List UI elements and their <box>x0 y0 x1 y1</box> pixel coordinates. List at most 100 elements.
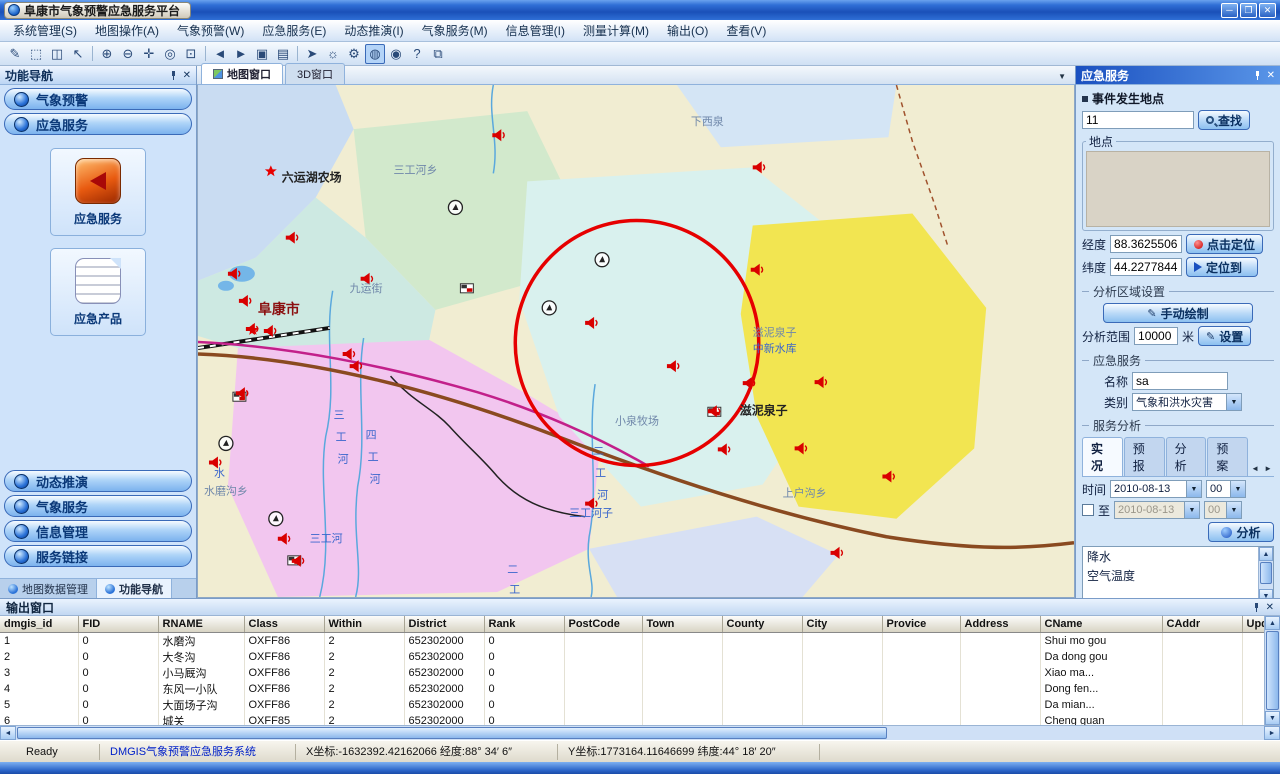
shortcut-emergency-product[interactable]: 应急产品 <box>50 248 146 336</box>
nav-emergency-service[interactable]: 应急服务 <box>4 113 192 135</box>
column-header-dmgis_id[interactable]: dmgis_id <box>0 616 78 632</box>
menu-system-management[interactable]: 系统管理(S) <box>4 20 86 41</box>
to-checkbox[interactable] <box>1082 504 1094 516</box>
set-button[interactable]: ✎设置 <box>1198 326 1251 346</box>
export-image-icon[interactable]: ⧉ <box>428 44 448 64</box>
identify-icon[interactable]: ▣ <box>252 44 272 64</box>
scroll-up-icon[interactable]: ▲ <box>1265 616 1280 630</box>
nav-weather-service[interactable]: 气象服务 <box>4 495 192 517</box>
start-hour-combobox[interactable]: 00 ▼ <box>1206 480 1246 498</box>
nav-weather-warning[interactable]: 气象预警 <box>4 88 192 110</box>
tab-map-data-management[interactable]: 地图数据管理 <box>0 579 97 598</box>
table-vertical-scrollbar[interactable]: ▲ ▼ <box>1264 616 1280 725</box>
table-row[interactable]: 30小马厩沟OXFF8626523020000Xiao ma... <box>0 665 1264 681</box>
table-row[interactable]: 50大面场子沟OXFF8626523020000Da mian... <box>0 697 1264 713</box>
analyze-button[interactable]: 分析 <box>1208 522 1274 542</box>
settings-gear-icon[interactable]: ⚙ <box>344 44 364 64</box>
longitude-input[interactable] <box>1110 235 1182 253</box>
tab-live[interactable]: 实况 <box>1082 437 1123 476</box>
zoom-window-icon[interactable]: ⊡ <box>181 44 201 64</box>
nav-information-management[interactable]: 信息管理 <box>4 520 192 542</box>
pan-hand-icon[interactable]: ✛ <box>139 44 159 64</box>
select-features-icon[interactable]: ◫ <box>47 44 67 64</box>
close-icon[interactable]: ✕ <box>183 70 191 81</box>
previous-view-icon[interactable]: ◄ <box>210 44 230 64</box>
map-svg[interactable]: 六运湖农场三工河乡下西泉阜康市九运街滋泥泉子滋泥泉子中新水库小泉牧场上户沟乡三工… <box>198 85 1074 597</box>
scroll-down-icon[interactable]: ▼ <box>1259 589 1273 598</box>
pin-icon[interactable] <box>1253 71 1261 79</box>
list-item-precipitation[interactable]: 降水 <box>1083 547 1258 566</box>
visibility-eye-icon[interactable]: ◉ <box>386 44 406 64</box>
column-header-caddr[interactable]: CAddr <box>1162 616 1242 632</box>
latitude-input[interactable] <box>1110 258 1182 276</box>
column-header-provice[interactable]: Provice <box>882 616 960 632</box>
weather-station-icon[interactable] <box>448 200 462 214</box>
end-date-combobox[interactable]: 2010-08-13 ▼ <box>1114 501 1200 519</box>
list-item-air-temperature[interactable]: 空气温度 <box>1083 566 1258 585</box>
table-row[interactable]: 10水磨沟OXFF8626523020000Shui mo gou <box>0 632 1264 649</box>
table-row[interactable]: 40东风一小队OXFF8626523020000Dong fen... <box>0 681 1264 697</box>
chevron-down-icon[interactable]: ▼ <box>1184 502 1199 518</box>
column-header-city[interactable]: City <box>802 616 882 632</box>
close-icon[interactable]: ✕ <box>1266 602 1274 613</box>
scroll-down-icon[interactable]: ▼ <box>1265 711 1280 725</box>
minimize-button[interactable]: ─ <box>1221 3 1238 18</box>
scroll-left-icon[interactable]: ◄ <box>1249 461 1261 476</box>
tab-forecast[interactable]: 预报 <box>1124 437 1165 476</box>
element-listbox[interactable]: 降水空气温度 ▲ ▼ <box>1082 546 1274 598</box>
menu-dynamic-deduction[interactable]: 动态推演(I) <box>335 20 412 41</box>
end-hour-combobox[interactable]: 00 ▼ <box>1204 501 1242 519</box>
full-extent-icon[interactable]: ◎ <box>160 44 180 64</box>
column-header-postcode[interactable]: PostCode <box>564 616 642 632</box>
weather-station-icon[interactable] <box>542 301 556 315</box>
chevron-down-icon[interactable]: ▼ <box>1186 481 1201 497</box>
column-header-fid[interactable]: FID <box>78 616 158 632</box>
menu-weather-warning[interactable]: 气象预警(W) <box>168 20 253 41</box>
tab-plan[interactable]: 预案 <box>1207 437 1248 476</box>
tab-map-window[interactable]: 地图窗口 <box>201 63 283 84</box>
menu-weather-service[interactable]: 气象服务(M) <box>413 20 497 41</box>
scroll-right-icon[interactable]: ► <box>1264 726 1280 740</box>
close-button[interactable]: ✕ <box>1259 3 1276 18</box>
restore-button[interactable]: ❐ <box>1240 3 1257 18</box>
facility-flag-icon[interactable] <box>460 284 473 293</box>
bulb-icon[interactable]: ☼ <box>323 44 343 64</box>
column-header-town[interactable]: Town <box>642 616 722 632</box>
shortcut-emergency-service[interactable]: 应急服务 <box>50 148 146 236</box>
service-name-input[interactable] <box>1132 372 1228 390</box>
click-locate-button[interactable]: 点击定位 <box>1186 234 1263 254</box>
menu-output[interactable]: 输出(O) <box>658 20 717 41</box>
scroll-up-icon[interactable]: ▲ <box>1259 547 1273 561</box>
column-header-update[interactable]: Update <box>1242 616 1264 632</box>
column-header-district[interactable]: District <box>404 616 484 632</box>
column-header-class[interactable]: Class <box>244 616 324 632</box>
locate-to-button[interactable]: 定位到 <box>1186 257 1258 277</box>
column-header-cname[interactable]: CName <box>1040 616 1162 632</box>
print-icon[interactable]: ▤ <box>273 44 293 64</box>
tab-function-navigation[interactable]: 功能导航 <box>97 579 172 598</box>
table-row[interactable]: 20大冬沟OXFF8626523020000Da dong gou <box>0 649 1264 665</box>
listbox-scrollbar[interactable]: ▲ ▼ <box>1258 547 1273 598</box>
zoom-out-icon[interactable]: ⊖ <box>118 44 138 64</box>
service-type-combobox[interactable]: 气象和洪水灾害 ▼ <box>1132 393 1242 411</box>
pointer-icon[interactable]: ↖ <box>68 44 88 64</box>
help-icon[interactable]: ? <box>407 44 427 64</box>
scroll-left-icon[interactable]: ◄ <box>0 726 16 740</box>
service-globe-icon[interactable]: ◍ <box>365 44 385 64</box>
range-input[interactable] <box>1134 327 1178 345</box>
weather-station-icon[interactable] <box>269 512 283 526</box>
menu-map-operations[interactable]: 地图操作(A) <box>86 20 168 41</box>
tab-analyze[interactable]: 分析 <box>1166 437 1207 476</box>
close-icon[interactable]: ✕ <box>1267 70 1275 81</box>
select-box-icon[interactable]: ⬚ <box>26 44 46 64</box>
location-search-input[interactable] <box>1082 111 1194 129</box>
table-horizontal-scrollbar[interactable]: ◄ ► <box>0 725 1280 740</box>
weather-station-icon[interactable] <box>219 436 233 450</box>
weather-station-icon[interactable] <box>595 253 609 267</box>
column-header-rank[interactable]: Rank <box>484 616 564 632</box>
manual-draw-button[interactable]: ✎手动绘制 <box>1103 303 1253 323</box>
pin-icon[interactable] <box>169 71 177 79</box>
start-date-combobox[interactable]: 2010-08-13 ▼ <box>1110 480 1202 498</box>
column-header-rname[interactable]: RNAME <box>158 616 244 632</box>
tab-3d-window[interactable]: 3D窗口 <box>285 63 345 84</box>
